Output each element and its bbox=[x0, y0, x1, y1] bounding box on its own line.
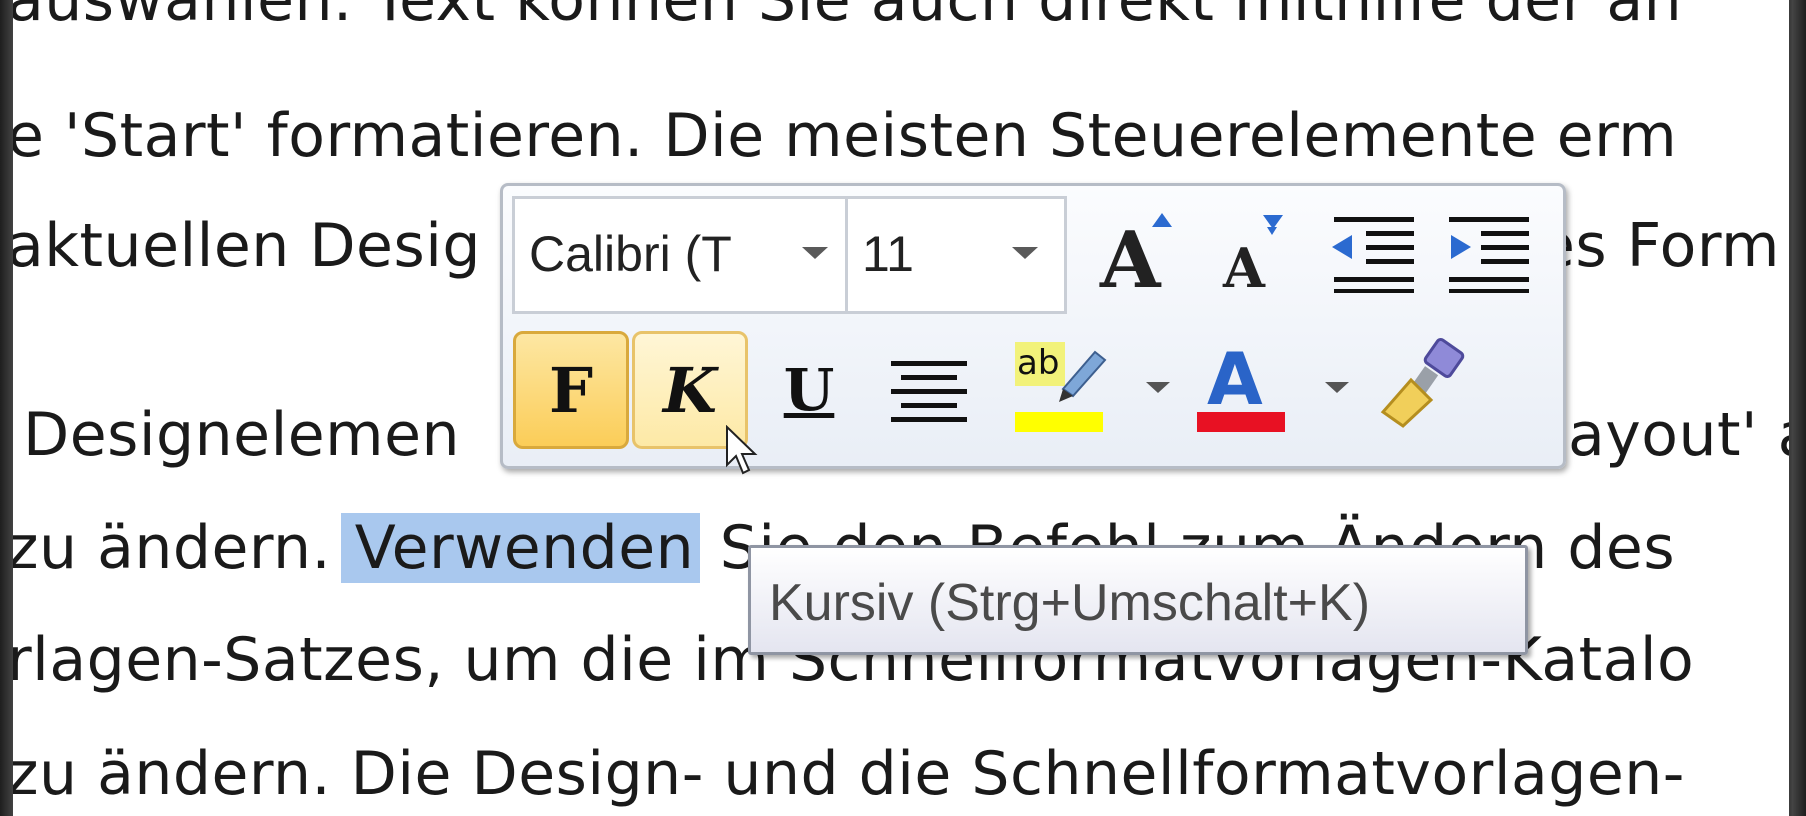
font-name-combo[interactable]: Calibri (T bbox=[512, 196, 848, 314]
text-line-5-start: zu ändern. bbox=[13, 513, 351, 583]
text-line-1: auswählen. Text können Sie auch direkt m… bbox=[13, 0, 1683, 35]
text-line-7: zu ändern. Die Design- und die Schnellfo… bbox=[13, 739, 1685, 809]
text-line-3-tail: es Form bbox=[1538, 211, 1780, 281]
font-color-icon: A bbox=[1197, 337, 1285, 432]
shrink-font-button[interactable]: A bbox=[1198, 196, 1310, 308]
align-center-button[interactable] bbox=[873, 334, 985, 446]
format-painter-button[interactable] bbox=[1373, 328, 1473, 440]
format-painter-icon bbox=[1380, 337, 1465, 428]
font-size-value: 11 bbox=[862, 226, 914, 282]
chevron-down-icon[interactable] bbox=[1012, 247, 1038, 259]
underline-button[interactable]: U bbox=[753, 334, 865, 446]
increase-indent-icon bbox=[1449, 217, 1529, 293]
font-color-button[interactable]: A bbox=[1195, 328, 1295, 440]
svg-text:A: A bbox=[1222, 236, 1266, 297]
italic-label: K bbox=[663, 353, 717, 427]
selected-text[interactable]: Verwenden bbox=[340, 513, 701, 583]
grow-font-button[interactable]: A bbox=[1083, 196, 1195, 308]
text-line-3: aktuellen Desig bbox=[13, 211, 481, 281]
decrease-indent-icon bbox=[1332, 217, 1414, 293]
underline-label: U bbox=[783, 356, 835, 424]
text-line-4: Designelemen bbox=[23, 400, 461, 470]
font-name-value: Calibri (T bbox=[529, 226, 732, 282]
font-size-combo[interactable]: 11 bbox=[845, 196, 1067, 314]
mini-toolbar: Calibri (T 11 A A F K U ab A bbox=[500, 183, 1566, 469]
decrease-indent-button[interactable] bbox=[1318, 196, 1430, 308]
highlight-button[interactable]: ab bbox=[1013, 328, 1113, 440]
text-line-2: e 'Start' formatieren. Die meisten Steue… bbox=[13, 101, 1678, 171]
italic-tooltip: Kursiv (Strg+Umschalt+K) bbox=[748, 545, 1528, 655]
highlighter-icon: ab bbox=[1015, 342, 1107, 432]
svg-text:A: A bbox=[1099, 215, 1162, 297]
shrink-font-icon: A bbox=[1222, 215, 1283, 297]
increase-indent-button[interactable] bbox=[1433, 196, 1545, 308]
grow-font-icon: A bbox=[1099, 213, 1172, 297]
chevron-down-icon[interactable] bbox=[1325, 382, 1349, 393]
font-color-label: A bbox=[1207, 337, 1263, 421]
bold-button[interactable]: F bbox=[513, 331, 629, 449]
align-center-icon bbox=[891, 361, 967, 422]
chevron-down-icon[interactable] bbox=[802, 247, 828, 259]
bold-label: F bbox=[548, 353, 594, 427]
text-line-4-tail: ayout' a bbox=[1568, 400, 1789, 470]
mouse-pointer-icon bbox=[726, 425, 758, 475]
highlight-label: ab bbox=[1017, 343, 1059, 383]
chevron-down-icon[interactable] bbox=[1146, 382, 1170, 393]
